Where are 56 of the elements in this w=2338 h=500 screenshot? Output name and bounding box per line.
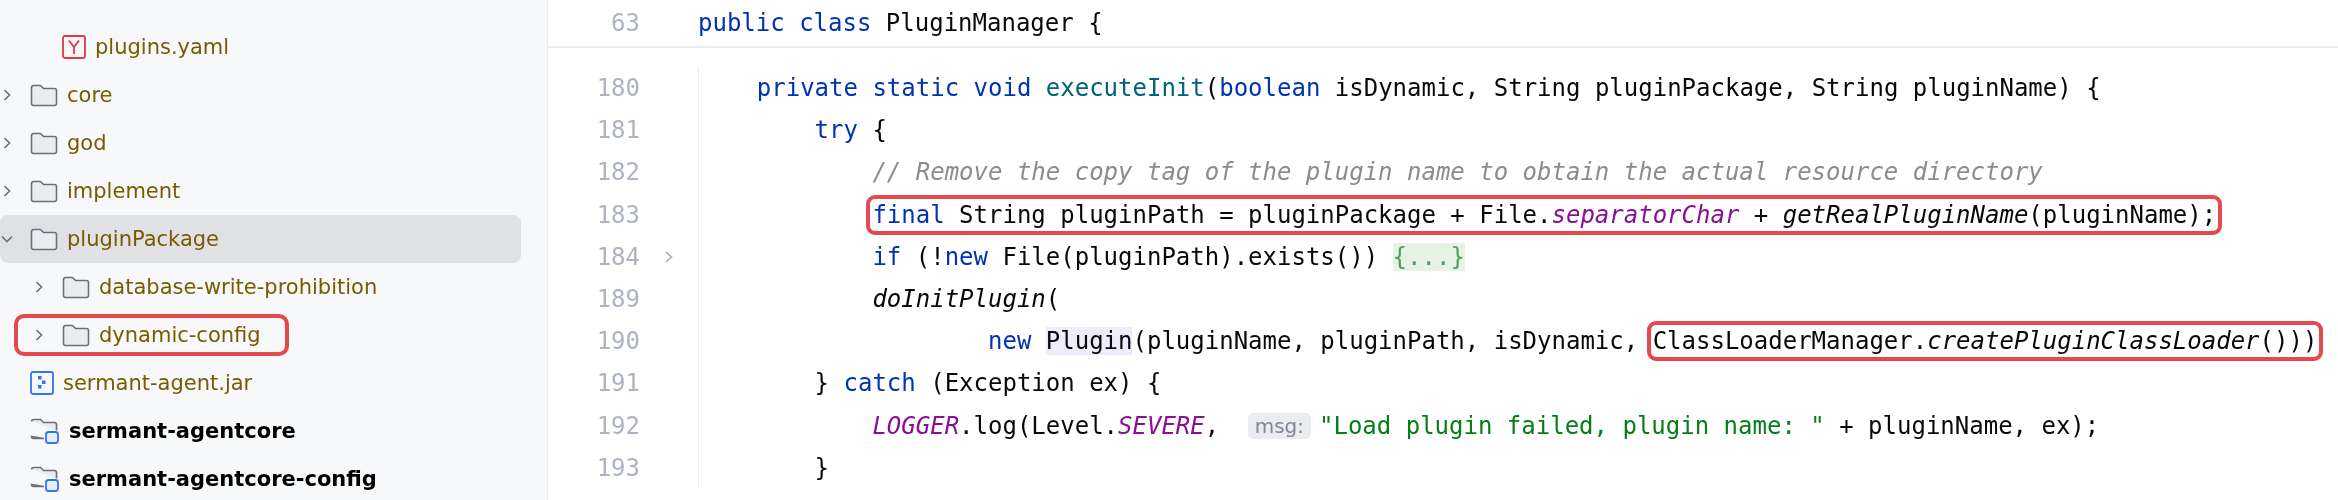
module-folder-icon	[30, 418, 60, 444]
line-number: 192	[595, 411, 640, 440]
tree-item[interactable]: sermant-agentcore-config	[0, 455, 521, 500]
folder-name: core	[67, 83, 113, 107]
tree-item[interactable]: pluginPackage	[0, 215, 521, 263]
code-text: new Plugin(pluginName, pluginPath, isDynamic,	[988, 327, 1640, 356]
code-text: }	[814, 453, 830, 482]
line-number: 190	[595, 327, 640, 356]
line-number: 193	[595, 453, 640, 482]
code-text: if (!new File(pluginPath).exists())	[872, 242, 1380, 271]
tree-item[interactable]: dynamic-config	[0, 311, 521, 359]
tree-item[interactable]: core	[0, 71, 521, 119]
folder-icon	[30, 227, 58, 251]
yaml-file-icon	[62, 35, 86, 59]
file-name: plugins.yaml	[95, 35, 230, 59]
code-text: doInitPlugin(	[872, 285, 1061, 314]
highlight-frame: final String pluginPath = pluginPackage + File.separatorChar + getRealPluginName(pluginName);	[866, 194, 2223, 235]
line-number: 183	[595, 200, 640, 229]
line-number: 182	[595, 158, 640, 187]
tree-item[interactable]: plugins.yaml	[0, 23, 521, 71]
folder-icon	[30, 131, 58, 155]
folder-name: database-write-prohibition	[99, 275, 378, 299]
code-text: public class PluginManager {	[698, 9, 1103, 37]
line-number: 180	[595, 74, 640, 103]
folder-name: god	[67, 131, 107, 155]
highlight-frame: ClassLoaderManager.createPluginClassLoader()))	[1646, 321, 2324, 362]
tree-item[interactable]: database-write-prohibition	[0, 263, 521, 311]
tree-item[interactable]: implement	[0, 167, 521, 215]
code-text: private static void executeInit(boolean isDynamic, String pluginPackage, String pluginName) {	[756, 74, 2101, 103]
tree-item[interactable]: sermant-agent.jar	[0, 359, 521, 407]
folder-name: sermant-agentcore-config	[69, 467, 377, 491]
line-number: 191	[595, 369, 640, 398]
module-folder-icon	[30, 466, 60, 492]
code-text: LOGGER.log(Level.SEVERE,	[872, 411, 1221, 440]
chevron-icon[interactable]	[663, 249, 675, 264]
folder-name: dynamic-config	[99, 323, 261, 347]
code-text: "Load plugin failed, plugin name: " + pluginName, ex);	[1319, 411, 2100, 440]
folder-name: implement	[67, 179, 181, 203]
line-number: 181	[595, 116, 640, 145]
code-text: try {	[814, 116, 887, 145]
jar-file-icon	[30, 371, 54, 395]
folder-icon	[30, 83, 58, 107]
folder-icon	[62, 323, 90, 347]
code-text: // Remove the copy tag of the plugin name to obtain the actual resource directory	[872, 158, 2043, 187]
file-name: sermant-agent.jar	[63, 371, 253, 395]
folder-name: pluginPackage	[67, 227, 219, 251]
tree-item[interactable]: god	[0, 119, 521, 167]
line-number: 184	[595, 242, 640, 271]
folder-icon	[30, 179, 58, 203]
folder-name: sermant-agentcore	[69, 419, 296, 443]
folder-icon	[62, 275, 90, 299]
line-number: 189	[595, 285, 640, 314]
line-number: 63	[610, 9, 640, 37]
parameter-hint: msg:	[1247, 412, 1311, 439]
code-text: } catch (Exception ex) {	[814, 369, 1162, 398]
tree-item[interactable]: sermant-agentcore	[0, 407, 521, 455]
